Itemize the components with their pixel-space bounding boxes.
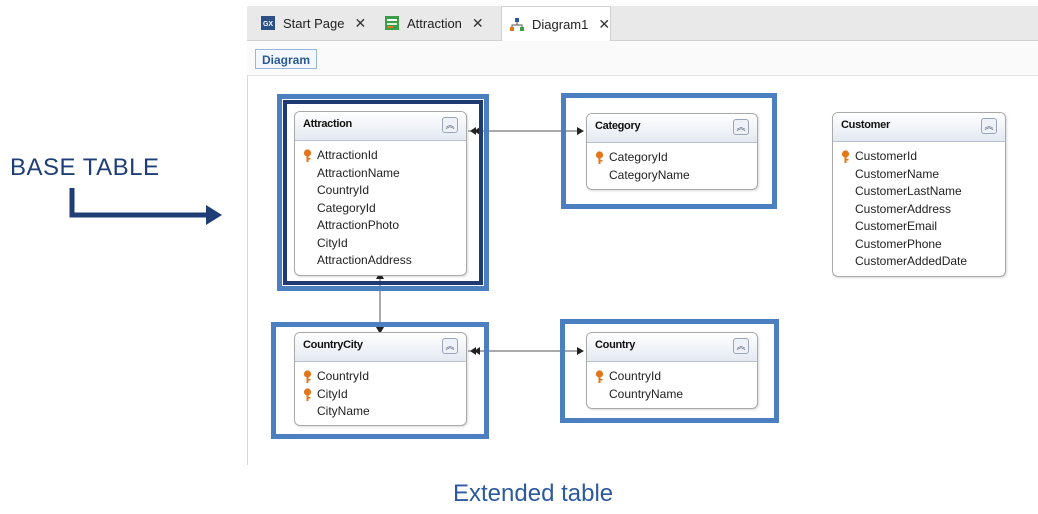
attribute-row: CustomerId	[833, 148, 1005, 166]
attribute-row: CustomerEmail	[855, 219, 938, 233]
highlight-frame-category	[561, 93, 777, 209]
attribute-row: CustomerAddedDate	[855, 254, 968, 268]
highlight-frame-country	[560, 319, 779, 423]
key-icon	[841, 150, 850, 163]
attribute-row: CustomerName	[855, 166, 940, 181]
highlight-frame-countrycity	[271, 322, 489, 439]
entity-header: Customer ︽	[833, 113, 1005, 142]
attribute-row: CustomerPhone	[855, 236, 942, 251]
extended-table-label: Extended table	[453, 480, 614, 507]
highlight-frame-base-inner	[283, 100, 483, 285]
arrow-icon	[69, 188, 222, 225]
attribute-row: CustomerAddress	[855, 201, 952, 216]
collapse-icon[interactable]: ︽	[981, 118, 997, 134]
base-table-label: BASE TABLE	[10, 154, 160, 181]
attribute-row: CustomerLastName	[855, 184, 962, 198]
entity-title: Customer	[841, 119, 890, 131]
entity-customer[interactable]: Customer ︽ CustomerId CustomerName Custo…	[832, 112, 1006, 277]
